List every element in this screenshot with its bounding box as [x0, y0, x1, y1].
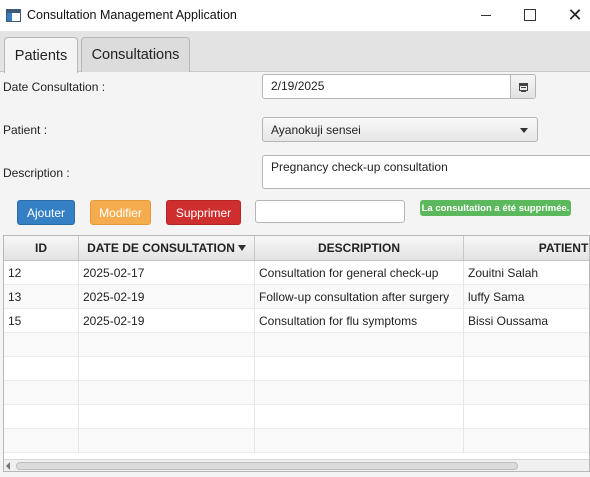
status-badge: La consultation a été supprimée.: [420, 200, 571, 216]
tab-consultations[interactable]: Consultations: [81, 37, 190, 72]
table-row[interactable]: 13 2025-02-19 Follow-up consultation aft…: [4, 285, 589, 309]
table-row-empty: [4, 429, 589, 453]
column-header-date[interactable]: DATE DE CONSULTATION: [79, 236, 255, 260]
cell-description: Consultation for general check-up: [255, 261, 464, 285]
cell-patient: luffy Sama: [464, 285, 589, 309]
cell-patient: Bissi Oussama: [464, 309, 589, 333]
date-picker[interactable]: [262, 74, 536, 99]
chevron-down-icon: [520, 128, 528, 133]
patient-select-value: Ayanokuji sensei: [271, 122, 361, 137]
horizontal-scrollbar[interactable]: [4, 459, 589, 471]
table-row[interactable]: 12 2025-02-17 Consultation for general c…: [4, 261, 589, 285]
table-body: 12 2025-02-17 Consultation for general c…: [4, 261, 589, 453]
minimize-button[interactable]: [472, 4, 500, 26]
consultations-table: ID DATE DE CONSULTATION DESCRIPTION PATI…: [3, 235, 590, 472]
description-textarea[interactable]: Pregnancy check-up consultation: [262, 155, 590, 189]
date-consultation-label: Date Consultation :: [3, 80, 106, 94]
sort-descending-icon: [237, 245, 246, 251]
maximize-button[interactable]: [516, 4, 544, 26]
table-row-empty: [4, 333, 589, 357]
app-window-icon: [6, 9, 21, 22]
tab-patients[interactable]: Patients: [4, 37, 78, 73]
cell-description: Consultation for flu symptoms: [255, 309, 464, 333]
patient-label: Patient :: [3, 123, 48, 137]
search-input[interactable]: [255, 200, 405, 223]
table-row-empty: [4, 405, 589, 429]
delete-button[interactable]: Supprimer: [166, 200, 241, 225]
cell-date: 2025-02-19: [79, 309, 255, 333]
cell-date: 2025-02-19: [79, 285, 255, 309]
description-label: Description :: [3, 166, 70, 180]
column-header-patient[interactable]: PATIENT: [464, 236, 589, 260]
table-row-empty: [4, 357, 589, 381]
close-button[interactable]: ✕: [561, 4, 589, 26]
date-picker-button[interactable]: [510, 75, 535, 98]
column-header-id[interactable]: ID: [4, 236, 79, 260]
title-bar: Consultation Management Application ✕: [0, 0, 590, 31]
cell-description: Follow-up consultation after surgery: [255, 285, 464, 309]
calendar-icon: [518, 82, 528, 92]
table-row[interactable]: 15 2025-02-19 Consultation for flu sympt…: [4, 309, 589, 333]
table-header: ID DATE DE CONSULTATION DESCRIPTION PATI…: [4, 236, 589, 261]
add-button[interactable]: Ajouter: [17, 200, 75, 225]
cell-id: 15: [4, 309, 79, 333]
edit-button[interactable]: Modifier: [90, 200, 151, 225]
scrollbar-thumb[interactable]: [16, 462, 518, 470]
column-header-description[interactable]: DESCRIPTION: [255, 236, 464, 260]
date-input[interactable]: [263, 75, 510, 98]
scroll-left-icon[interactable]: [6, 462, 10, 470]
patient-select[interactable]: Ayanokuji sensei: [262, 117, 538, 142]
cell-date: 2025-02-17: [79, 261, 255, 285]
cell-id: 12: [4, 261, 79, 285]
window-title: Consultation Management Application: [27, 8, 237, 22]
tab-bar: Patients Consultations: [0, 31, 590, 73]
cell-patient: Zouitni Salah: [464, 261, 589, 285]
table-row-empty: [4, 381, 589, 405]
cell-id: 13: [4, 285, 79, 309]
